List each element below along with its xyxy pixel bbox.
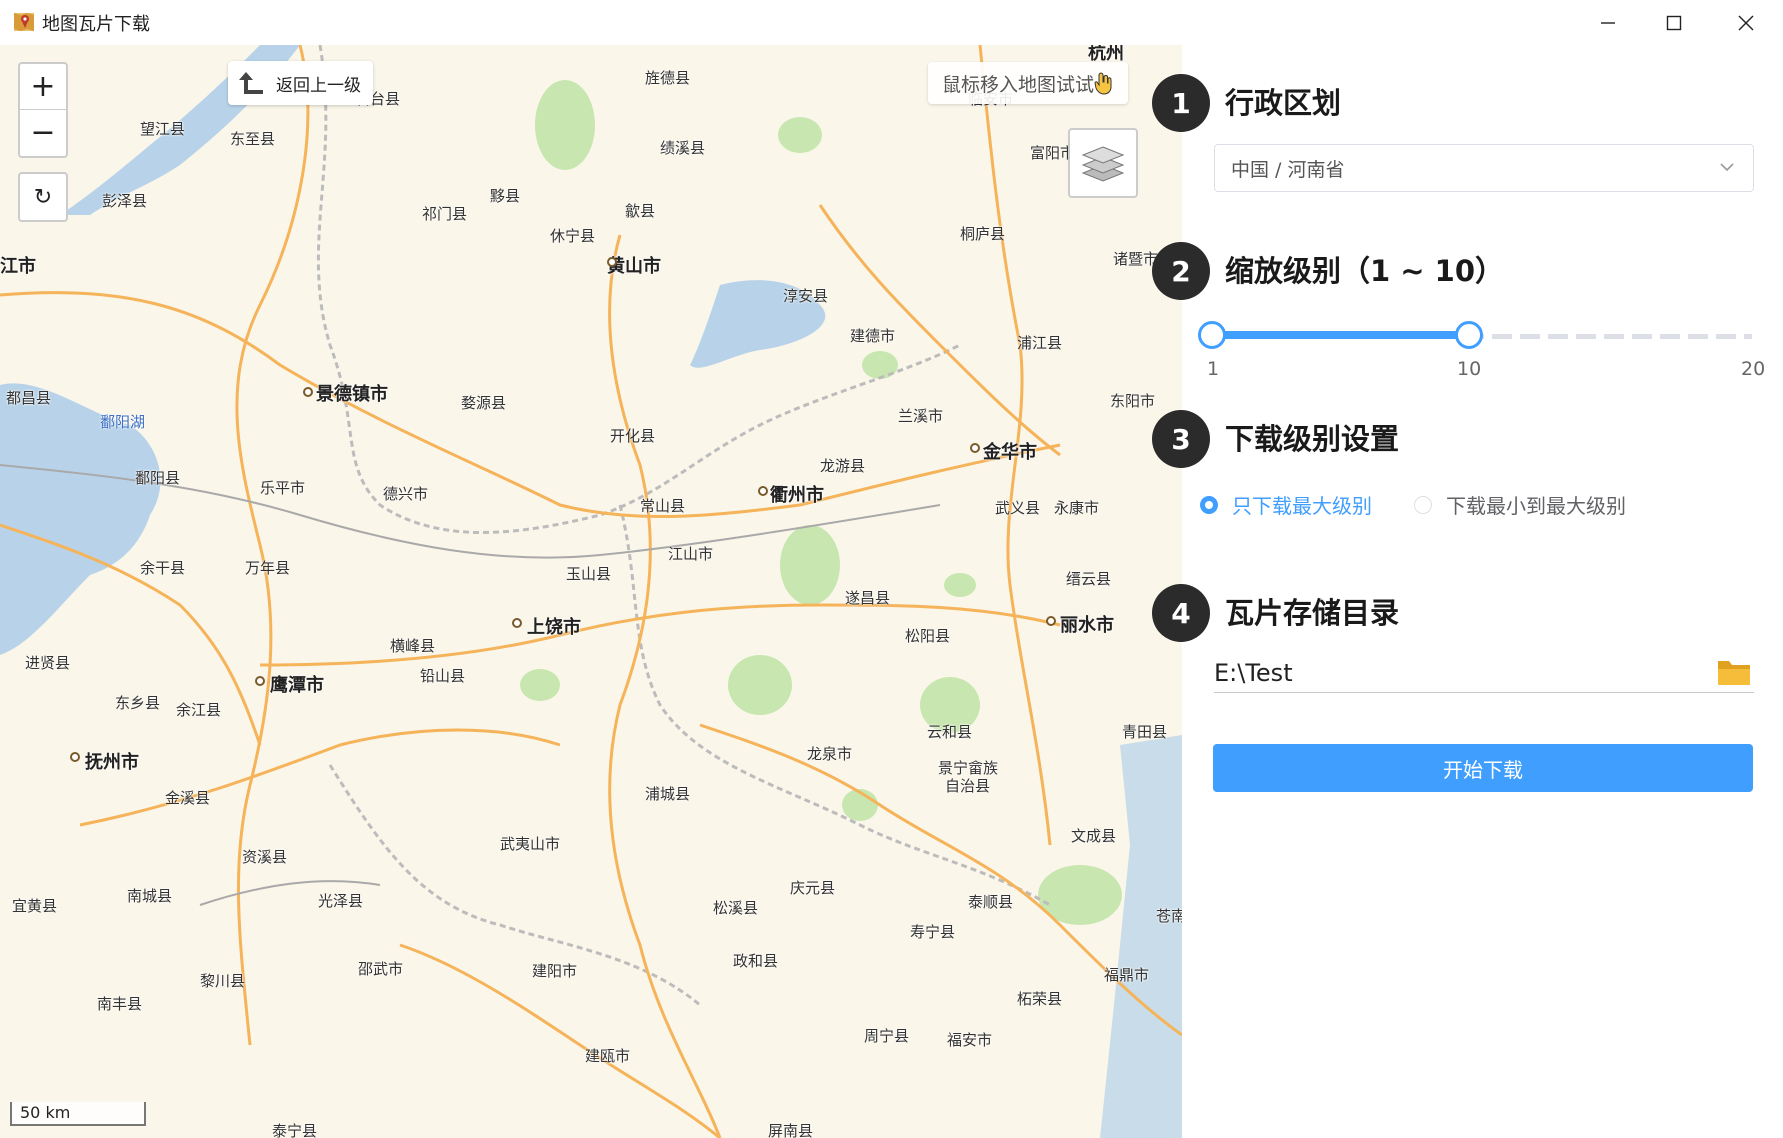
slider-tick-max: 20 xyxy=(1741,358,1766,380)
radio-label: 下载最小到最大级别 xyxy=(1446,494,1626,518)
zoom-in-button[interactable]: + xyxy=(20,64,66,110)
step-badge-2: 2 xyxy=(1152,242,1210,300)
title-bar: 地图瓦片下载 xyxy=(0,0,1783,46)
radio-dot-unchecked xyxy=(1414,495,1432,514)
slider-fill xyxy=(1212,331,1468,339)
slider-min-handle[interactable] xyxy=(1198,321,1226,349)
close-button[interactable] xyxy=(1713,0,1779,45)
slider-tick-mid: 10 xyxy=(1457,358,1482,380)
radio-min-to-max-level[interactable]: 下载最小到最大级别 xyxy=(1414,490,1626,519)
radio-label: 只下载最大级别 xyxy=(1232,494,1372,518)
maximize-icon xyxy=(1666,15,1682,30)
step-badge-3: 3 xyxy=(1152,410,1210,468)
minimize-button[interactable] xyxy=(1575,0,1641,45)
folder-icon[interactable] xyxy=(1716,656,1752,688)
step-badge-1: 1 xyxy=(1152,74,1210,132)
hand-pointer-icon xyxy=(1094,72,1112,95)
slider-tick-min: 1 xyxy=(1207,358,1220,380)
hint-text: 鼠标移入地图试试 xyxy=(942,73,1095,96)
directory-value: E:\Test xyxy=(1214,659,1293,687)
window-title: 地图瓦片下载 xyxy=(42,14,150,35)
map-canvas[interactable]: 杭州 旌德县 望江县 东至县 石台县 临安市 绩溪县 富阳市 彭泽县 黟县 祁门… xyxy=(0,45,1182,1138)
radio-dot-checked xyxy=(1200,495,1218,514)
back-up-level-button[interactable]: 返回上一级 xyxy=(228,61,373,105)
layers-icon xyxy=(1081,146,1125,182)
close-icon xyxy=(1738,15,1754,30)
refresh-icon: ↻ xyxy=(33,184,53,210)
section-title-zoom: 缩放级别（1 ~ 10） xyxy=(1225,254,1505,288)
directory-input[interactable]: E:\Test xyxy=(1214,654,1754,693)
section-title-directory: 瓦片存储目录 xyxy=(1225,596,1400,630)
radio-max-level-only[interactable]: 只下载最大级别 xyxy=(1200,490,1372,519)
region-value: 中国 / 河南省 xyxy=(1231,158,1345,181)
arrow-back-up-icon xyxy=(239,72,263,94)
start-download-button[interactable]: 开始下载 xyxy=(1213,744,1753,792)
city-markers xyxy=(70,257,1056,762)
maximize-button[interactable] xyxy=(1641,0,1707,45)
region-select[interactable]: 中国 / 河南省 xyxy=(1214,144,1754,192)
minimize-icon xyxy=(1601,21,1615,24)
reset-view-button[interactable]: ↻ xyxy=(18,172,68,222)
scale-bar: 50 km xyxy=(10,1102,146,1126)
map-app-icon xyxy=(14,13,34,31)
map-hint: 鼠标移入地图试试 xyxy=(928,62,1129,104)
zoom-out-button[interactable]: − xyxy=(20,110,66,155)
zoom-control: + − xyxy=(18,62,68,158)
layer-switch-button[interactable] xyxy=(1068,128,1138,198)
section-title-download-level: 下载级别设置 xyxy=(1225,422,1400,456)
step-badge-4: 4 xyxy=(1152,584,1210,642)
chevron-down-icon xyxy=(1720,163,1734,172)
slider-max-handle[interactable] xyxy=(1455,321,1483,349)
back-label: 返回上一级 xyxy=(276,75,361,96)
section-title-region: 行政区划 xyxy=(1225,86,1342,120)
